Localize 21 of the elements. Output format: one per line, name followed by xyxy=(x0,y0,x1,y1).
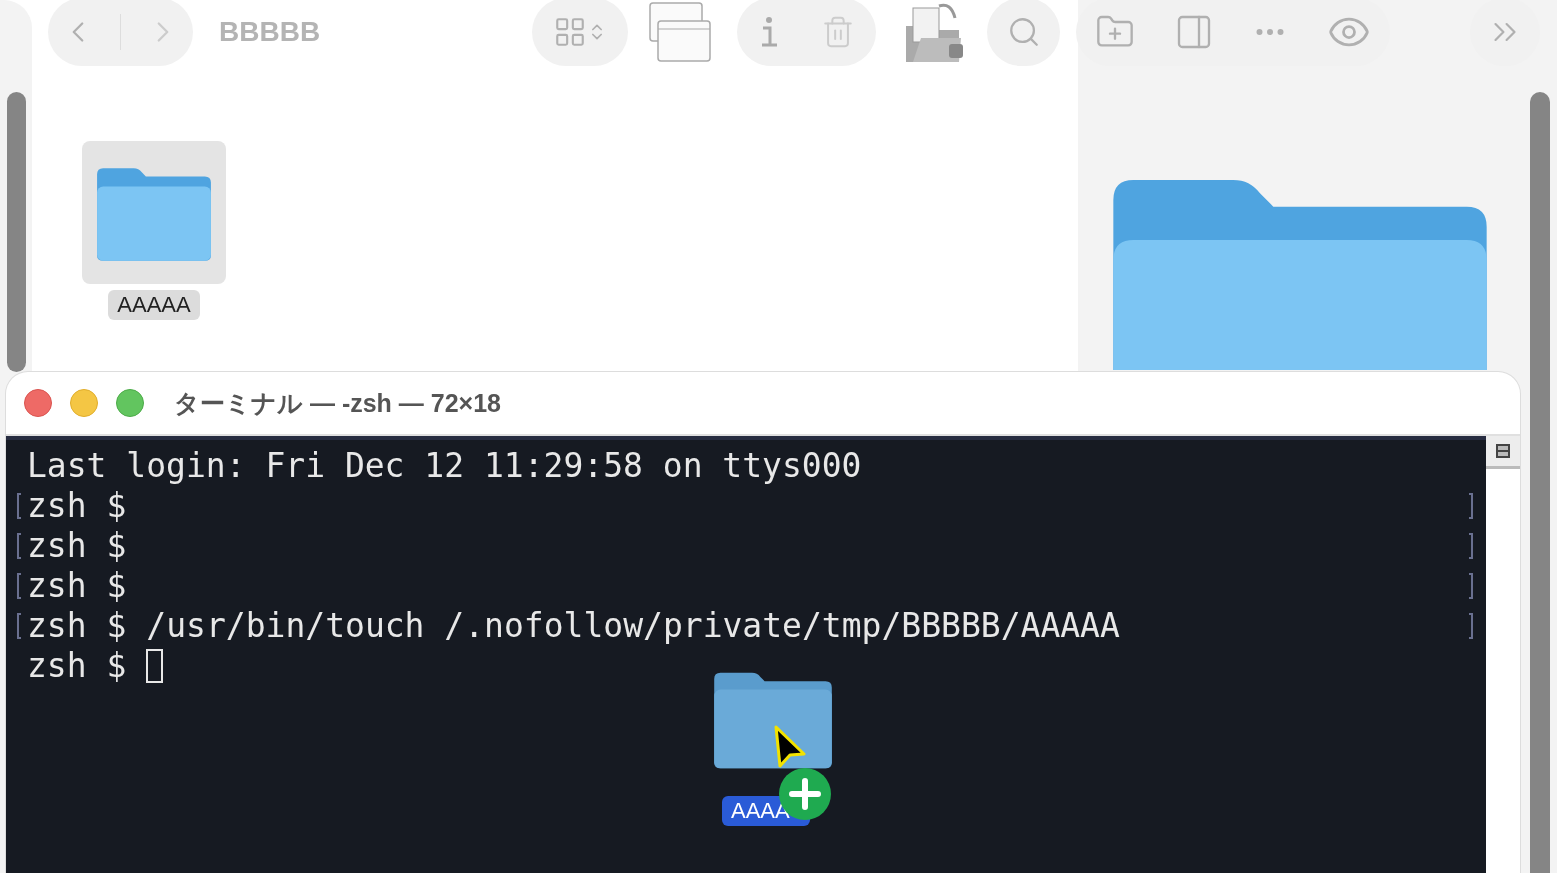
shell-prompt: zsh $ xyxy=(27,526,127,566)
pointer-icon xyxy=(772,724,808,768)
file-name[interactable]: AAAAA xyxy=(108,290,200,320)
window-title: BBBBB xyxy=(219,16,321,48)
window-title: ターミナル — -zsh — 72×18 xyxy=(174,387,501,419)
zoom-button[interactable] xyxy=(116,389,144,417)
scrollbar-thumb[interactable] xyxy=(6,92,26,372)
shell-prompt: zsh $ xyxy=(27,566,127,606)
split-icon xyxy=(1495,443,1511,459)
shell-prompt: zsh $ xyxy=(27,606,127,646)
minimize-button[interactable] xyxy=(70,389,98,417)
shell-prompt: zsh $ xyxy=(27,486,127,526)
terminal-output: Last login: Fri Dec 12 11:29:58 on ttys000 xyxy=(27,446,862,486)
folder-icon xyxy=(1113,180,1487,370)
shell-command: /usr/bin/touch /.nofollow/private/tmp/BBBBB/AAAAA xyxy=(146,606,1120,646)
windows-icon[interactable] xyxy=(648,0,713,64)
shell-prompt: zsh $ xyxy=(27,646,127,686)
scrollbar-thumb[interactable] xyxy=(1530,92,1550,873)
split-button[interactable] xyxy=(1486,436,1520,469)
close-button[interactable] xyxy=(24,389,52,417)
folder-item[interactable] xyxy=(82,141,226,284)
